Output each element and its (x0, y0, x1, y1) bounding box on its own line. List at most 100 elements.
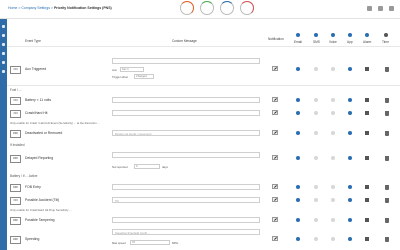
aux-edit-button[interactable] (272, 66, 278, 71)
crash-email-toggle[interactable] (296, 111, 300, 115)
deactivated-time-icon[interactable] (385, 131, 389, 136)
aux-app-toggle[interactable] (348, 67, 352, 71)
tamper-toggle[interactable]: OFF (10, 217, 21, 225)
battery-alarm-toggle[interactable] (365, 98, 369, 102)
battery-sms-toggle[interactable] (314, 98, 318, 102)
fob-edit-button[interactable] (272, 184, 278, 189)
accident-alarm-toggle[interactable] (365, 198, 369, 202)
speeding-message-field[interactable]: Speeding threshold (mph) ... (112, 229, 260, 235)
crash-message-field[interactable] (112, 110, 260, 116)
aux-email-toggle[interactable] (296, 67, 300, 71)
fob-toggle[interactable]: OFF (10, 184, 21, 192)
deactivated-alarm-toggle[interactable] (365, 131, 369, 135)
fob-alarm-toggle[interactable] (365, 185, 369, 189)
deactivated-email-toggle[interactable] (296, 131, 300, 135)
tamper-sms-toggle[interactable] (314, 218, 318, 222)
sidebar-icon-3[interactable] (2, 43, 5, 46)
delayed-days-input[interactable]: 3 (134, 164, 160, 169)
battery-edit-button[interactable] (272, 97, 278, 102)
delayed-voice-toggle[interactable] (331, 156, 335, 160)
fob-voice-toggle[interactable] (331, 185, 335, 189)
speeding-toggle[interactable]: OFF (10, 236, 21, 244)
crash-voice-toggle[interactable] (331, 111, 335, 115)
gauge-4[interactable] (240, 1, 254, 15)
tamper-email-toggle[interactable] (296, 218, 300, 222)
fob-app-toggle[interactable] (348, 185, 352, 189)
logout-icon[interactable] (389, 6, 394, 11)
speeding-sms-toggle[interactable] (314, 237, 318, 241)
battery-email-toggle[interactable] (296, 98, 300, 102)
tamper-alarm-toggle[interactable] (365, 218, 369, 222)
battery-message-field[interactable] (112, 97, 260, 103)
crash-time-icon[interactable] (385, 111, 389, 116)
speeding-alarm-toggle[interactable] (365, 237, 369, 241)
battery-app-toggle[interactable] (348, 98, 352, 102)
battery-time-icon[interactable] (385, 98, 389, 103)
crash-sms-toggle[interactable] (314, 111, 318, 115)
gauge-1[interactable] (180, 1, 194, 15)
tamper-app-toggle[interactable] (348, 218, 352, 222)
accident-toggle[interactable]: ON (10, 197, 21, 205)
delayed-alarm-toggle[interactable] (365, 156, 369, 160)
sidebar-icon-2[interactable] (2, 34, 5, 37)
fob-time-icon[interactable] (385, 185, 389, 190)
settings-icon[interactable] (378, 6, 383, 11)
aux-message-field[interactable] (112, 58, 260, 64)
deactivated-app-toggle[interactable] (348, 131, 352, 135)
gauge-2[interactable] (200, 1, 214, 15)
crash-edit-button[interactable] (272, 110, 278, 115)
speeding-time-icon[interactable] (385, 237, 389, 242)
deactivated-voice-toggle[interactable] (331, 131, 335, 135)
battery-voice-toggle[interactable] (331, 98, 335, 102)
tamper-edit-button[interactable] (272, 217, 278, 222)
aux-select[interactable]: Aux 1 (120, 67, 144, 72)
deactivated-sms-toggle[interactable] (314, 131, 318, 135)
aux-voice-toggle[interactable] (331, 67, 335, 71)
user-icon[interactable] (367, 6, 372, 11)
gauge-3[interactable] (220, 1, 234, 15)
breadcrumb-company-settings[interactable]: Company Settings (21, 6, 50, 10)
delayed-edit-button[interactable] (272, 155, 278, 160)
delayed-sms-toggle[interactable] (314, 156, 318, 160)
accident-voice-toggle[interactable] (331, 198, 335, 202)
trigger-select[interactable]: Changed (134, 74, 154, 79)
crash-app-toggle[interactable] (348, 111, 352, 115)
speeding-edit-button[interactable] (272, 236, 278, 241)
delayed-message-field[interactable] (112, 152, 260, 158)
fob-sms-toggle[interactable] (314, 185, 318, 189)
aux-toggle[interactable]: ON (10, 66, 21, 74)
sidebar-icon-5[interactable] (2, 61, 5, 64)
accident-edit-button[interactable] (272, 197, 278, 202)
deactivated-edit-button[interactable] (272, 130, 278, 135)
breadcrumb-home[interactable]: Home (8, 6, 17, 10)
speeding-voice-toggle[interactable] (331, 237, 335, 241)
crash-toggle[interactable]: ON (10, 110, 21, 118)
fob-email-toggle[interactable] (296, 185, 300, 189)
max-speed-input[interactable]: 70 (130, 240, 170, 245)
fob-message-field[interactable] (112, 184, 260, 190)
aux-alarm-toggle[interactable] (365, 67, 369, 71)
speeding-app-toggle[interactable] (348, 237, 352, 241)
battery-toggle[interactable]: ON (10, 97, 21, 105)
delayed-email-toggle[interactable] (296, 156, 300, 160)
accident-time-icon[interactable] (385, 198, 389, 203)
delayed-toggle[interactable]: OFF (10, 155, 21, 163)
accident-email-toggle[interactable] (296, 198, 300, 202)
accident-app-toggle[interactable] (348, 198, 352, 202)
deactivated-toggle[interactable]: OFF (10, 130, 21, 138)
tamper-message-field[interactable] (112, 217, 260, 223)
delayed-app-toggle[interactable] (348, 156, 352, 160)
sidebar-icon-1[interactable] (2, 25, 5, 28)
aux-time-icon[interactable] (385, 67, 389, 72)
accident-message-field[interactable]: Tilt (112, 197, 260, 203)
tamper-time-icon[interactable] (385, 218, 389, 223)
tamper-voice-toggle[interactable] (331, 218, 335, 222)
speeding-email-toggle[interactable] (296, 237, 300, 241)
deactivated-message-field[interactable]: Device not found / movement (112, 130, 260, 136)
accident-sms-toggle[interactable] (314, 198, 318, 202)
crash-alarm-toggle[interactable] (365, 111, 369, 115)
aux-sms-toggle[interactable] (314, 67, 318, 71)
delayed-time-icon[interactable] (385, 156, 389, 161)
sidebar-icon-6[interactable] (2, 70, 5, 73)
sidebar-icon-4[interactable] (2, 52, 5, 55)
